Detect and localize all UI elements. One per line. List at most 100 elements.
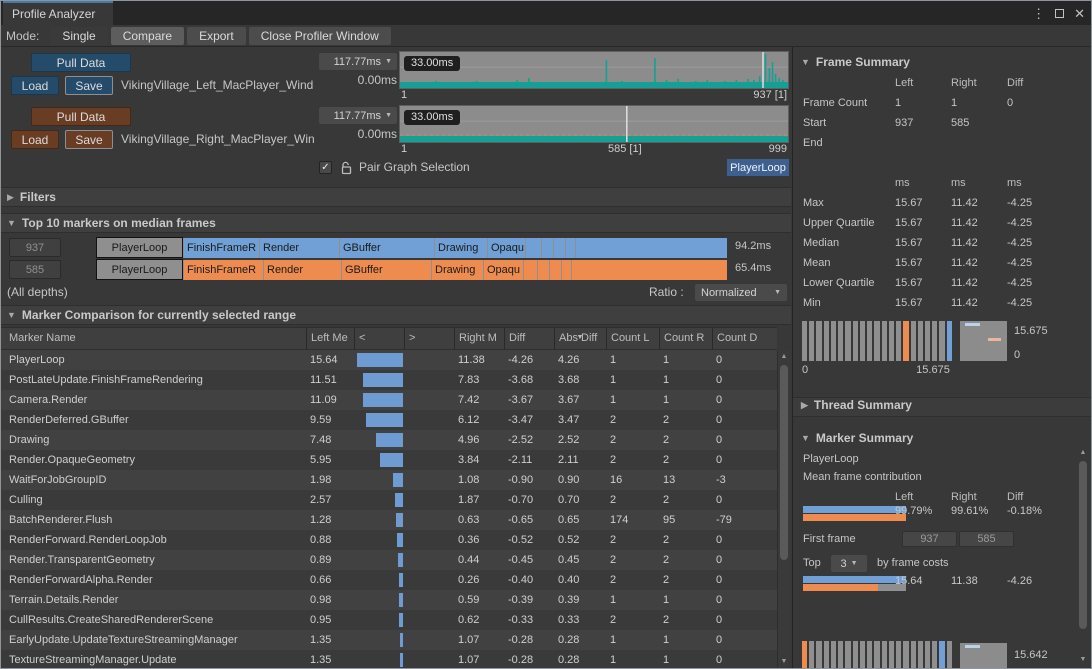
column-marker-name[interactable]: Marker Name [1, 328, 306, 349]
table-row[interactable]: RenderDeferred.GBuffer9.596.12-3.473.472… [1, 410, 777, 430]
table-row[interactable]: Render.TransparentGeometry0.890.44-0.450… [1, 550, 777, 570]
save-right-button[interactable]: Save [65, 130, 113, 149]
column-diff[interactable]: Diff [504, 328, 554, 349]
pull-data-left-button[interactable]: Pull Data [31, 53, 131, 72]
marker-segment[interactable] [553, 238, 565, 258]
marker-segment[interactable]: Drawing [434, 238, 487, 258]
frame-summary-foldout[interactable]: ▼ Frame Summary [793, 55, 1091, 69]
scroll-down-icon[interactable]: ▼ [1077, 656, 1089, 663]
panel-scrollbar[interactable]: ▲ ▼ [1077, 447, 1089, 665]
marker-segment[interactable]: Render [259, 238, 339, 258]
scroll-up-icon[interactable]: ▲ [1077, 449, 1089, 456]
tab-profile-analyzer[interactable]: Profile Analyzer [3, 1, 113, 25]
marker-segment[interactable] [575, 238, 727, 258]
column-count-left[interactable]: Count L [606, 328, 659, 349]
scroll-down-icon[interactable]: ▼ [778, 658, 790, 665]
menu-icon[interactable]: ⋮ [1032, 7, 1045, 20]
scale-dropdown-left[interactable]: 117.77ms ▼ [319, 53, 397, 70]
pair-graph-selection-checkbox[interactable]: ✓ [319, 161, 332, 174]
marker-segment[interactable] [571, 260, 727, 280]
column-left-larger[interactable]: < [354, 328, 404, 349]
load-right-button[interactable]: Load [11, 130, 59, 149]
comparison-foldout[interactable]: ▼ Marker Comparison for currently select… [1, 305, 791, 325]
close-profiler-window-button[interactable]: Close Profiler Window [249, 27, 391, 45]
marker-segment[interactable]: GBuffer [339, 238, 434, 258]
histogram-bar [824, 321, 829, 361]
table-row[interactable]: BatchRenderer.Flush1.280.63-0.650.651749… [1, 510, 777, 530]
marker-segment[interactable] [541, 238, 553, 258]
column-right-median[interactable]: Right M [454, 328, 504, 349]
save-left-button[interactable]: Save [65, 76, 113, 95]
maximize-icon[interactable] [1055, 9, 1064, 18]
filters-foldout[interactable]: ▶ Filters [1, 187, 791, 207]
marker-segment[interactable]: FinishFrameR [183, 238, 259, 258]
table-row[interactable]: Render.OpaqueGeometry5.953.84-2.112.1122… [1, 450, 777, 470]
marker-histogram[interactable] [802, 641, 952, 668]
table-row[interactable]: PlayerLoop15.6411.38-4.264.26110 [1, 350, 777, 370]
scale-dropdown-right[interactable]: 117.77ms ▼ [319, 107, 397, 124]
marker-segment[interactable] [537, 260, 549, 280]
top-n-dropdown[interactable]: 3 ▼ [831, 555, 867, 572]
mode-compare-button[interactable]: Compare [111, 27, 184, 45]
column-count-diff[interactable]: Count D [712, 328, 762, 349]
marker-name-cell: BatchRenderer.Flush [1, 510, 306, 530]
top-n-value: 3 [840, 558, 846, 570]
ratio-dropdown[interactable]: Normalized ▼ [695, 284, 787, 301]
marker-segment[interactable]: Opaqu [487, 238, 525, 258]
selected-marker-chip[interactable]: PlayerLoop [727, 159, 789, 176]
diff-cell: -3.47 [504, 410, 554, 430]
marker-summary-foldout[interactable]: ▼ Marker Summary [793, 431, 1091, 445]
top10-foldout[interactable]: ▼ Top 10 markers on median frames [1, 213, 791, 233]
scroll-up-icon[interactable]: ▲ [778, 353, 790, 360]
pull-data-right-button[interactable]: Pull Data [31, 107, 131, 126]
marker-segment[interactable]: Opaqu [483, 260, 523, 280]
table-row[interactable]: Terrain.Details.Render0.980.59-0.390.391… [1, 590, 777, 610]
column-count-right[interactable]: Count R [659, 328, 712, 349]
marker-segment[interactable]: FinishFrameR [183, 260, 263, 280]
marker-segment[interactable]: Drawing [431, 260, 483, 280]
column-left-median[interactable]: Left Me [306, 328, 354, 349]
marker-segment[interactable]: Render [263, 260, 341, 280]
table-row[interactable]: RenderForward.RenderLoopJob0.880.36-0.52… [1, 530, 777, 550]
histogram-bar [918, 641, 923, 668]
thread-summary-foldout[interactable]: ▶ Thread Summary [793, 397, 1091, 417]
load-left-button[interactable]: Load [11, 76, 59, 95]
table-row[interactable]: Drawing7.484.96-2.522.52220 [1, 430, 777, 450]
marker-segment[interactable] [561, 260, 571, 280]
unlock-icon[interactable] [340, 161, 353, 178]
marker-segment[interactable] [523, 260, 537, 280]
right-bar-cell [404, 430, 454, 450]
scrollbar-thumb[interactable] [1079, 461, 1087, 629]
frame-number[interactable]: 937 [9, 238, 61, 257]
first-marker-segment[interactable]: PlayerLoop [96, 237, 183, 258]
marker-box-plot[interactable] [960, 643, 1007, 668]
marker-segment[interactable] [525, 238, 541, 258]
table-row[interactable]: TextureStreamingManager.Update1.351.07-0… [1, 650, 777, 668]
marker-segment[interactable] [565, 238, 575, 258]
table-scrollbar[interactable]: ▲ ▼ [777, 351, 790, 667]
table-row[interactable]: PostLateUpdate.FinishFrameRendering11.51… [1, 370, 777, 390]
first-marker-segment[interactable]: PlayerLoop [96, 259, 183, 280]
frame-box-plot[interactable] [960, 321, 1007, 361]
table-row[interactable]: RenderForwardAlpha.Render0.660.26-0.400.… [1, 570, 777, 590]
table-row[interactable]: Culling2.571.87-0.700.70220 [1, 490, 777, 510]
marker-segment[interactable]: GBuffer [341, 260, 431, 280]
table-row[interactable]: WaitForJobGroupID1.981.08-0.900.901613-3 [1, 470, 777, 490]
table-row[interactable]: CullResults.CreateSharedRendererScene0.9… [1, 610, 777, 630]
abs-diff-cell: 0.65 [554, 510, 606, 530]
mode-single-button[interactable]: Single [50, 27, 107, 45]
export-button[interactable]: Export [187, 27, 246, 45]
first-frame-right-button[interactable]: 585 [959, 531, 1014, 547]
first-frame-left-button[interactable]: 937 [902, 531, 957, 547]
marker-segment[interactable] [549, 260, 561, 280]
table-row[interactable]: EarlyUpdate.UpdateTextureStreamingManage… [1, 630, 777, 650]
histogram-bar [882, 321, 887, 361]
frame-histogram[interactable] [802, 321, 952, 361]
column-right-larger[interactable]: > [404, 328, 454, 349]
summary-row: Max15.6711.42-4.25 [793, 193, 1091, 213]
scrollbar-thumb[interactable] [780, 365, 788, 560]
column-abs-diff[interactable]: ▼ Abs Diff [554, 328, 606, 349]
table-row[interactable]: Camera.Render11.097.42-3.673.67110 [1, 390, 777, 410]
close-icon[interactable]: ✕ [1074, 7, 1085, 20]
frame-number[interactable]: 585 [9, 260, 61, 279]
